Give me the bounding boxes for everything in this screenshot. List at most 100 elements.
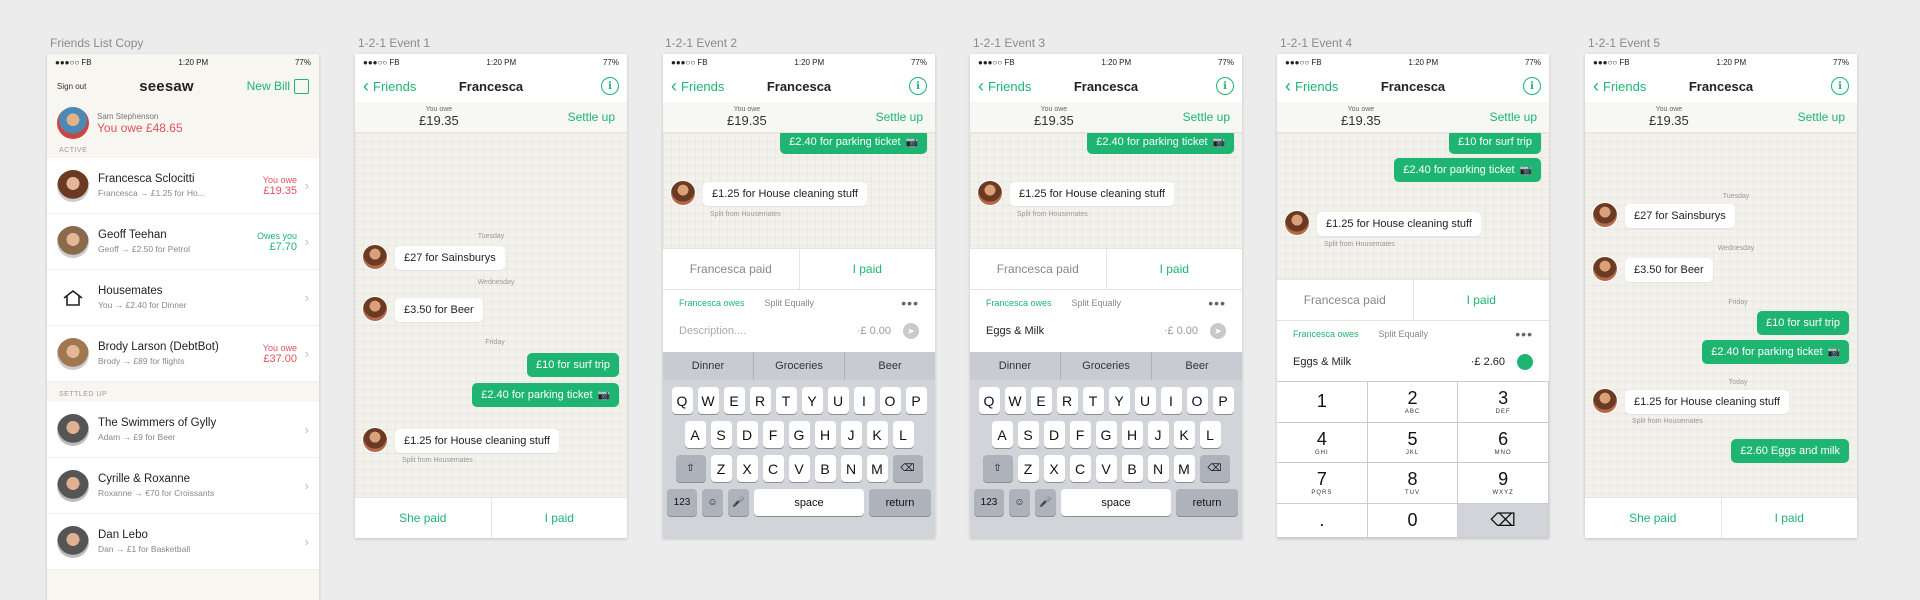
sign-out-button[interactable]: Sign out <box>57 82 86 91</box>
key-x[interactable]: X <box>1043 455 1065 482</box>
back-button[interactable]: ‹ Friends <box>671 77 724 95</box>
info-icon[interactable]: i <box>601 77 619 95</box>
numbers-key[interactable]: 123 <box>667 489 697 516</box>
message-bubble[interactable]: £27 for Sainsburys <box>1625 204 1735 228</box>
numpad-key[interactable]: 6 MNO <box>1458 422 1549 463</box>
key-n[interactable]: N <box>1147 455 1169 482</box>
key-a[interactable]: A <box>991 421 1013 448</box>
key-b[interactable]: B <box>814 455 836 482</box>
numpad-key[interactable]: 8 TUV <box>1367 463 1459 504</box>
split-equally-tab[interactable]: Split Equally <box>1072 298 1122 308</box>
key-d[interactable]: D <box>1043 421 1065 448</box>
info-icon[interactable]: i <box>1523 77 1541 95</box>
split-equally-tab[interactable]: Split Equally <box>765 298 815 308</box>
message-bubble[interactable]: £10 for surf trip <box>1757 311 1849 335</box>
key-w[interactable]: W <box>697 387 719 414</box>
key-o[interactable]: O <box>879 387 901 414</box>
francesca-owes-tab[interactable]: Francesca owes <box>986 298 1052 308</box>
message-bubble[interactable]: £1.25 for House cleaning stuff <box>1317 212 1481 236</box>
space-key[interactable]: space <box>1061 489 1171 516</box>
emoji-key-icon[interactable]: ☺ <box>1009 489 1030 516</box>
key-a[interactable]: A <box>684 421 706 448</box>
suggestion-beer[interactable]: Beer <box>1151 352 1242 380</box>
settle-up-button[interactable]: Settle up <box>876 110 923 124</box>
key-v[interactable]: V <box>1095 455 1117 482</box>
i-paid-button[interactable]: I paid <box>490 498 628 538</box>
key-i[interactable]: I <box>853 387 875 414</box>
key-f[interactable]: F <box>1069 421 1091 448</box>
key-t[interactable]: T <box>1082 387 1104 414</box>
suggestion-groceries[interactable]: Groceries <box>1060 352 1151 380</box>
key-l[interactable]: L <box>892 421 914 448</box>
key-d[interactable]: D <box>736 421 758 448</box>
francesca-paid-tab[interactable]: Francesca paid <box>663 249 799 289</box>
emoji-key-icon[interactable]: ☺ <box>702 489 723 516</box>
francesca-owes-tab[interactable]: Francesca owes <box>1293 329 1359 339</box>
microphone-key-icon[interactable]: 🎤 <box>728 489 749 516</box>
send-icon[interactable]: ➤ <box>903 323 919 339</box>
key-o[interactable]: O <box>1186 387 1208 414</box>
i-paid-button[interactable]: I paid <box>1720 498 1858 538</box>
new-bill-button[interactable]: New Bill <box>247 78 309 94</box>
more-options-button[interactable]: ••• <box>901 295 919 311</box>
key-h[interactable]: H <box>1121 421 1143 448</box>
backspace-key-icon[interactable]: ⌫ <box>1199 455 1230 482</box>
more-options-button[interactable]: ••• <box>1515 326 1533 342</box>
key-n[interactable]: N <box>840 455 862 482</box>
friend-row[interactable]: Geoff Teehan Geoff → £2.50 for Petrol Owes… <box>47 214 319 270</box>
shift-key-icon[interactable]: ⇧ <box>675 455 706 482</box>
key-g[interactable]: G <box>788 421 810 448</box>
message-bubble[interactable]: £27 for Sainsburys <box>395 246 505 270</box>
key-k[interactable]: K <box>866 421 888 448</box>
settle-up-button[interactable]: Settle up <box>568 110 615 124</box>
message-bubble[interactable]: £2.40 for parking ticket 📷 <box>1087 133 1234 154</box>
settle-up-button[interactable]: Settle up <box>1798 110 1845 124</box>
back-button[interactable]: ‹ Friends <box>1285 77 1338 95</box>
friend-row[interactable]: Cyrille & Roxanne Roxanne → €70 for Crois… <box>47 458 319 514</box>
i-paid-tab[interactable]: I paid <box>798 249 936 289</box>
key-f[interactable]: F <box>762 421 784 448</box>
send-icon[interactable]: ➤ <box>1517 354 1533 370</box>
key-h[interactable]: H <box>814 421 836 448</box>
key-m[interactable]: M <box>1173 455 1195 482</box>
numpad-key[interactable]: 9 WXYZ <box>1458 463 1549 504</box>
friend-row[interactable]: Brody Larson (DebtBot) Brody → £89 for fl… <box>47 326 319 382</box>
key-i[interactable]: I <box>1160 387 1182 414</box>
message-bubble[interactable]: £2.40 for parking ticket 📷 <box>1702 340 1849 364</box>
francesca-paid-tab[interactable]: Francesca paid <box>1277 280 1413 320</box>
key-j[interactable]: J <box>840 421 862 448</box>
description-input[interactable]: Eggs & Milk <box>1293 356 1471 368</box>
key-p[interactable]: P <box>1212 387 1234 414</box>
numbers-key[interactable]: 123 <box>974 489 1004 516</box>
info-icon[interactable]: i <box>1216 77 1234 95</box>
key-m[interactable]: M <box>866 455 888 482</box>
key-y[interactable]: Y <box>801 387 823 414</box>
key-e[interactable]: E <box>723 387 745 414</box>
she-paid-button[interactable]: She paid <box>1585 498 1721 538</box>
friend-row[interactable]: Housemates You → £2.40 for Dinner › <box>47 270 319 326</box>
settle-up-button[interactable]: Settle up <box>1183 110 1230 124</box>
numpad-key[interactable]: 2 ABC <box>1367 382 1459 423</box>
message-bubble[interactable]: £2.60 Eggs and milk <box>1731 439 1849 463</box>
message-bubble[interactable]: £2.40 for parking ticket 📷 <box>780 133 927 154</box>
key-v[interactable]: V <box>788 455 810 482</box>
key-q[interactable]: Q <box>978 387 1000 414</box>
friend-row[interactable]: The Swimmers of Gylly Adam → £9 for Beer › <box>47 402 319 458</box>
message-bubble[interactable]: £10 for surf trip <box>527 353 619 377</box>
space-key[interactable]: space <box>754 489 864 516</box>
description-input[interactable]: Description.... <box>679 325 857 337</box>
i-paid-tab[interactable]: I paid <box>1412 280 1550 320</box>
message-bubble[interactable]: £1.25 for House cleaning stuff <box>395 429 559 453</box>
microphone-key-icon[interactable]: 🎤 <box>1035 489 1056 516</box>
friend-row[interactable]: Dan Lebo Dan → £1 for Basketball › <box>47 514 319 570</box>
suggestion-dinner[interactable]: Dinner <box>663 352 753 380</box>
amount-input[interactable]: ·£ 0.00 <box>1164 325 1198 337</box>
message-bubble[interactable]: £3.50 for Beer <box>1625 258 1713 282</box>
numpad-key[interactable]: 1 <box>1277 382 1368 423</box>
back-button[interactable]: ‹ Friends <box>363 77 416 95</box>
key-s[interactable]: S <box>710 421 732 448</box>
key-q[interactable]: Q <box>671 387 693 414</box>
key-u[interactable]: U <box>1134 387 1156 414</box>
suggestion-dinner[interactable]: Dinner <box>970 352 1060 380</box>
key-r[interactable]: R <box>749 387 771 414</box>
